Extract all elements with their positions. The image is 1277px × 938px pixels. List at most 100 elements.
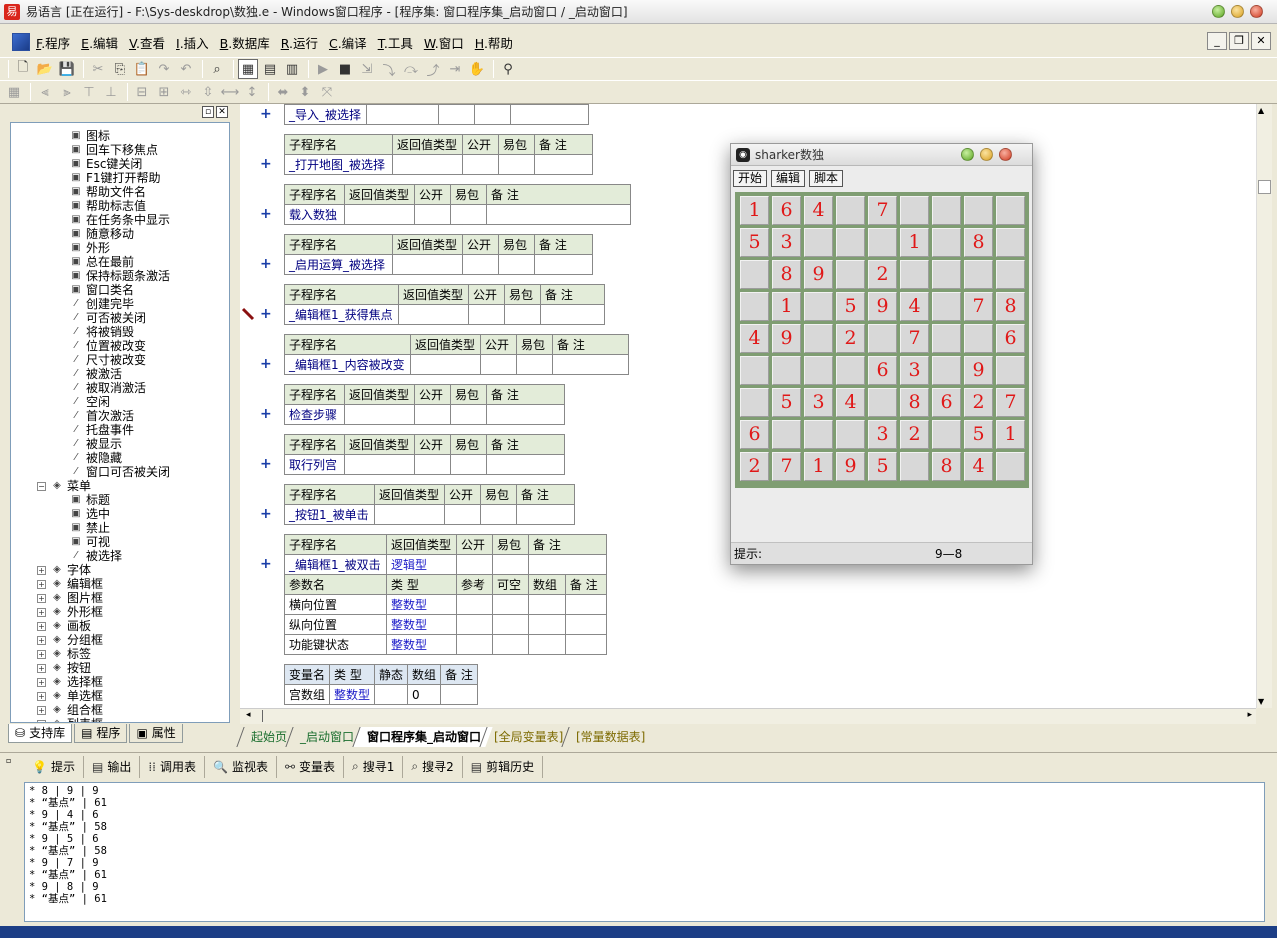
expand-icon[interactable]: +	[37, 705, 46, 715]
tab-program[interactable]: ▤ 程序	[74, 724, 128, 743]
sudoku-cell[interactable]	[932, 196, 961, 225]
menu-3[interactable]: I.插入	[176, 33, 209, 52]
table-cell[interactable]: 逻辑型	[386, 554, 457, 575]
tab-clip-history[interactable]: ▤ 剪辑历史	[463, 755, 544, 778]
tree-item[interactable]: ⁄ 被显示	[69, 437, 122, 451]
table-cell[interactable]: 整数型	[386, 614, 457, 635]
sudoku-cell[interactable]: 7	[868, 196, 897, 225]
table-cell[interactable]	[480, 354, 517, 375]
table-cell[interactable]	[438, 104, 475, 125]
table-cell[interactable]: 检查步骤	[284, 404, 345, 425]
table-cell[interactable]: 数组	[528, 574, 566, 595]
table-cell[interactable]: 公开	[468, 284, 505, 305]
sudoku-cell[interactable]	[932, 228, 961, 257]
table-cell[interactable]: _打开地图_被选择	[284, 154, 393, 175]
grid-icon[interactable]: ▦	[4, 82, 24, 102]
table-cell[interactable]	[564, 594, 608, 615]
size-icon[interactable]: ⤧	[317, 82, 337, 102]
table-cell[interactable]: 公开	[414, 384, 451, 405]
table-cell[interactable]	[374, 684, 409, 705]
table-cell[interactable]: 整数型	[386, 594, 457, 615]
sudoku-cell[interactable]	[964, 196, 993, 225]
tab-constants[interactable]: [常量数据表]	[561, 727, 658, 747]
sudoku-cell[interactable]: 9	[868, 292, 897, 321]
sudoku-cell[interactable]	[932, 356, 961, 385]
sudoku-cell[interactable]: 3	[900, 356, 929, 385]
table-cell[interactable]: _编辑框1_内容被改变	[284, 354, 411, 375]
table-cell[interactable]	[414, 404, 451, 425]
tree-item[interactable]: ▣ F1键打开帮助	[69, 171, 160, 185]
tab-output[interactable]: ▤ 输出	[84, 755, 141, 778]
table-cell[interactable]: 返回值类型	[398, 284, 469, 305]
minimize-button[interactable]	[1231, 5, 1244, 18]
table-cell[interactable]: 备 注	[486, 384, 565, 405]
table-cell[interactable]	[516, 354, 553, 375]
table-cell[interactable]: 备 注	[528, 534, 607, 555]
find-icon[interactable]: ⌕	[207, 59, 227, 79]
table-cell[interactable]: 返回值类型	[392, 234, 463, 255]
table-cell[interactable]: 子程序名	[284, 534, 387, 555]
table-cell[interactable]: 整数型	[329, 684, 376, 705]
width-icon[interactable]: ⬌	[273, 82, 293, 102]
tab-watch[interactable]: 🔍 监视表	[205, 755, 277, 778]
binoculars-icon[interactable]: ⚲	[498, 59, 518, 79]
tree-item[interactable]: ▣ 保持标题条激活	[69, 269, 170, 283]
sudoku-cell[interactable]: 8	[900, 388, 929, 417]
save-icon[interactable]: 💾	[57, 59, 77, 79]
cut-icon[interactable]: ✂	[88, 59, 108, 79]
table-cell[interactable]: 备 注	[486, 434, 565, 455]
step-into-icon[interactable]: ⤵	[379, 59, 399, 79]
layout-3-icon[interactable]: ▥	[282, 59, 302, 79]
table-cell[interactable]: 类 型	[329, 664, 376, 685]
table-cell[interactable]: 公开	[462, 134, 499, 155]
table-cell[interactable]: 静态	[374, 664, 409, 685]
table-cell[interactable]: 返回值类型	[344, 434, 415, 455]
scroll-down-icon[interactable]: ▼	[1258, 697, 1264, 706]
tree-item[interactable]: ▣ 外形	[69, 241, 110, 255]
table-cell[interactable]	[474, 104, 511, 125]
editor-horizontal-scrollbar[interactable]: ◂ ▸	[240, 708, 1256, 724]
scroll-right-icon[interactable]: ▸	[1247, 710, 1252, 720]
menu-0[interactable]: F.程序	[36, 33, 70, 52]
scroll-thumb[interactable]	[1258, 180, 1271, 194]
sudoku-cell[interactable]: 1	[996, 420, 1025, 449]
tree-item[interactable]: ▣ 回车下移焦点	[69, 143, 158, 157]
sudoku-cell[interactable]: 8	[772, 260, 801, 289]
table-cell[interactable]	[528, 614, 566, 635]
tree-item[interactable]: + ◈ 标签	[37, 647, 91, 661]
table-cell[interactable]: 易包	[516, 334, 553, 355]
table-cell[interactable]: 公开	[414, 184, 451, 205]
sudoku-cell[interactable]	[836, 228, 865, 257]
table-cell[interactable]: 公开	[456, 534, 493, 555]
same-height-icon[interactable]: ⇳	[198, 82, 218, 102]
table-cell[interactable]: 参考	[456, 574, 493, 595]
table-cell[interactable]: 易包	[450, 434, 487, 455]
table-cell[interactable]	[456, 554, 493, 575]
table-cell[interactable]: 返回值类型	[392, 134, 463, 155]
tree-item[interactable]: ▣ 帮助文件名	[69, 185, 146, 199]
table-cell[interactable]	[414, 454, 451, 475]
table-cell[interactable]: 变量名	[283, 664, 331, 685]
expand-icon[interactable]: +	[37, 719, 46, 722]
tab-support-library[interactable]: ⛁ 支持库	[8, 724, 73, 743]
undo-icon[interactable]: ↶	[176, 59, 196, 79]
align-bottom-icon[interactable]: ⊥	[101, 82, 121, 102]
expand-icon[interactable]: +	[260, 256, 272, 272]
sudoku-cell[interactable]	[772, 420, 801, 449]
sudoku-cell[interactable]	[900, 196, 929, 225]
menu-8[interactable]: W.窗口	[424, 33, 464, 52]
sudoku-script-button[interactable]: 脚本	[809, 170, 844, 187]
table-cell[interactable]	[398, 304, 469, 325]
tree-item[interactable]: + ◈ 组合框	[37, 703, 103, 717]
table-cell[interactable]: 子程序名	[284, 334, 411, 355]
table-cell[interactable]	[492, 554, 529, 575]
tree-item[interactable]: ▣ 禁止	[69, 521, 110, 535]
expand-icon[interactable]: +	[37, 635, 46, 645]
sudoku-cell[interactable]	[804, 324, 833, 353]
table-cell[interactable]: 备 注	[534, 134, 593, 155]
sudoku-cell[interactable]	[836, 196, 865, 225]
sudoku-cell[interactable]	[772, 356, 801, 385]
sudoku-cell[interactable]	[996, 452, 1025, 481]
expand-icon[interactable]: +	[260, 106, 272, 122]
align-left-icon[interactable]: ⫷	[35, 82, 55, 102]
